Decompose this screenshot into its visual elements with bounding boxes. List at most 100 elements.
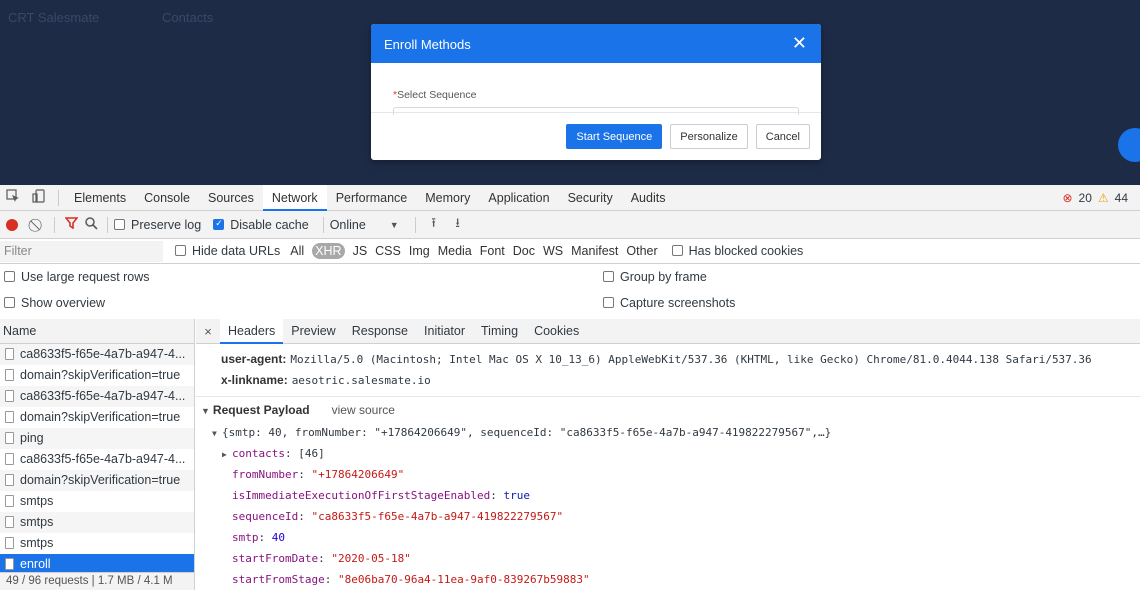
request-row[interactable]: ca8633f5-f65e-4a7b-a947-4... [0, 449, 194, 470]
request-name: smtps [20, 515, 54, 529]
payload-value: "2020-05-18" [331, 552, 411, 565]
search-icon[interactable] [81, 216, 101, 233]
tab-initiator[interactable]: Initiator [416, 319, 473, 344]
group-by-frame-checkbox[interactable]: Group by frame [603, 270, 707, 284]
header-line: user-agent: Mozilla/5.0 (Macintosh; Intel… [196, 349, 1140, 370]
issues-counter[interactable]: ⊗ 20 ⚠ 44 [1062, 191, 1128, 205]
payload-field: startFromStage: "8e06ba70-96a4-11ea-9af0… [232, 573, 590, 586]
device-toolbar-icon[interactable] [26, 189, 52, 206]
request-row[interactable]: smtps [0, 512, 194, 533]
tab-preview[interactable]: Preview [283, 319, 343, 344]
request-row[interactable]: smtps [0, 533, 194, 554]
payload-value: true [503, 489, 531, 502]
tab-sources[interactable]: Sources [199, 185, 263, 211]
checkbox-box[interactable] [4, 271, 15, 282]
file-icon [5, 348, 14, 360]
modal-footer: Start Sequence Personalize Cancel [566, 124, 810, 149]
throttling-select[interactable]: Online [330, 218, 390, 232]
hide-data-urls-checkbox[interactable]: Hide data URLs [175, 244, 280, 258]
tab-performance[interactable]: Performance [327, 185, 417, 211]
blocked-cookies-checkbox[interactable]: Has blocked cookies [671, 244, 803, 258]
tab-security[interactable]: Security [559, 185, 622, 211]
payload-key: sequenceId [232, 510, 299, 523]
tab-application[interactable]: Application [479, 185, 558, 211]
filter-type-media[interactable]: Media [438, 244, 472, 258]
tab-elements[interactable]: Elements [65, 185, 135, 211]
tab-timing[interactable]: Timing [473, 319, 526, 344]
filter-icon[interactable] [61, 217, 81, 232]
request-row[interactable]: domain?skipVerification=true [0, 470, 194, 491]
tab-headers[interactable]: Headers [220, 319, 284, 344]
filter-input[interactable]: Filter [0, 240, 163, 262]
chevron-down-icon[interactable]: ▼ [390, 220, 399, 230]
request-row[interactable]: domain?skipVerification=true [0, 365, 194, 386]
filter-type-doc[interactable]: Doc [513, 244, 535, 258]
filter-type-manifest[interactable]: Manifest [571, 244, 618, 258]
checkbox-box[interactable] [4, 297, 15, 308]
export-har-icon[interactable]: ⭳ [446, 214, 470, 236]
file-icon [5, 411, 14, 423]
payload-field-contacts[interactable]: ▶ contacts: [46] [196, 443, 1140, 464]
show-overview-checkbox[interactable]: Show overview [4, 296, 105, 310]
payload-value: [46] [298, 447, 325, 460]
start-sequence-button[interactable]: Start Sequence [566, 124, 663, 149]
tab-audits[interactable]: Audits [622, 185, 675, 211]
filter-bar: Filter Hide data URLs All XHR JS CSS Img… [0, 239, 1140, 264]
select-sequence-dropdown[interactable] [393, 107, 799, 115]
request-row[interactable]: domain?skipVerification=true [0, 407, 194, 428]
request-row[interactable]: ca8633f5-f65e-4a7b-a947-4... [0, 344, 194, 365]
filter-type-other[interactable]: Other [626, 244, 657, 258]
checkbox-box[interactable] [671, 245, 683, 256]
close-icon[interactable]: ✕ [792, 33, 807, 54]
large-rows-checkbox[interactable]: Use large request rows [4, 270, 150, 284]
expand-triangle-icon[interactable]: ▼ [212, 423, 222, 444]
request-row[interactable]: ping [0, 428, 194, 449]
clear-icon[interactable]: ⃠ [28, 217, 48, 233]
request-row[interactable]: smtps [0, 491, 194, 512]
filter-type-font[interactable]: Font [480, 244, 505, 258]
import-har-icon[interactable]: ⭱ [422, 214, 446, 236]
cancel-button[interactable]: Cancel [755, 124, 810, 149]
request-payload-section[interactable]: ▼ Request Payload view source [196, 396, 1140, 422]
payload-key: isImmediateExecutionOfFirstStageEnabled [232, 489, 491, 502]
filter-type-xhr[interactable]: XHR [312, 243, 345, 259]
file-icon [5, 453, 14, 465]
tab-cookies[interactable]: Cookies [526, 319, 587, 344]
checkbox-box-checked[interactable] [213, 218, 225, 230]
view-source-link[interactable]: view source [332, 403, 395, 417]
request-row[interactable]: ca8633f5-f65e-4a7b-a947-4... [0, 386, 194, 407]
error-icon: ⊗ [1062, 191, 1073, 205]
filter-type-all[interactable]: All [290, 244, 304, 258]
tab-console[interactable]: Console [135, 185, 199, 211]
detail-tabbar: × Headers Preview Response Initiator Tim… [196, 319, 1140, 344]
capture-screenshots-checkbox[interactable]: Capture screenshots [603, 296, 735, 310]
tab-response[interactable]: Response [344, 319, 416, 344]
filter-type-img[interactable]: Img [409, 244, 430, 258]
request-name: smtps [20, 494, 54, 508]
checkbox-box[interactable] [114, 218, 125, 230]
request-list: Name ca8633f5-f65e-4a7b-a947-4... domain… [0, 319, 195, 590]
filter-type-css[interactable]: CSS [375, 244, 401, 258]
file-icon [5, 474, 14, 486]
inspect-element-icon[interactable] [0, 189, 26, 206]
record-icon[interactable] [6, 218, 18, 231]
name-column-header[interactable]: Name [0, 319, 194, 344]
disable-cache-checkbox[interactable]: Disable cache [213, 218, 309, 232]
expand-triangle-icon[interactable]: ▼ [201, 406, 210, 416]
filter-type-ws[interactable]: WS [543, 244, 563, 258]
checkbox-box[interactable] [603, 271, 614, 282]
collapse-triangle-icon[interactable]: ▶ [222, 444, 232, 465]
filter-type-js[interactable]: JS [353, 244, 368, 258]
checkbox-box[interactable] [603, 297, 614, 308]
close-icon[interactable]: × [196, 324, 220, 339]
payload-summary[interactable]: ▼ {smtp: 40, fromNumber: "+17864206649", … [196, 422, 1140, 443]
tab-network[interactable]: Network [262, 184, 327, 211]
payload-field: startFromDate: "2020-05-18" [232, 552, 411, 565]
header-value: Mozilla/5.0 (Macintosh; Intel Mac OS X 1… [290, 353, 1092, 366]
checkbox-box[interactable] [175, 245, 186, 256]
devtools-panel: Elements Console Sources Network Perform… [0, 184, 1140, 590]
personalize-button[interactable]: Personalize [670, 124, 748, 149]
preserve-log-checkbox[interactable]: Preserve log [114, 218, 201, 232]
select-sequence-label: *Select Sequence [393, 89, 821, 101]
tab-memory[interactable]: Memory [416, 185, 479, 211]
